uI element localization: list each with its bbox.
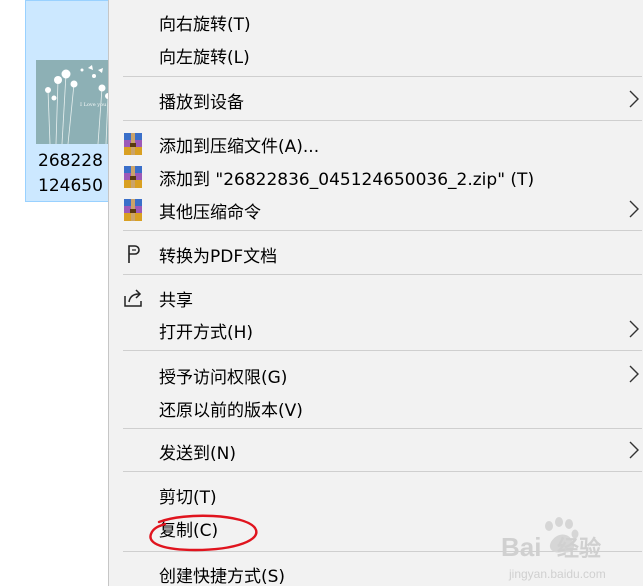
menu-item-label: 剪切(T): [159, 488, 217, 508]
baidu-jingyan-watermark: Bai 经验 jingyan.baidu.com: [495, 512, 643, 586]
pdf-convert-icon: [128, 245, 140, 263]
watermark-brand-cn: 经验: [557, 536, 601, 562]
winrar-archive-icon: [124, 199, 142, 221]
thumbnail-caption: I Love you: [80, 102, 107, 108]
menu-separator: [123, 120, 642, 121]
chevron-right-icon: [629, 200, 639, 218]
menu-item-label: 还原以前的版本(V): [159, 401, 303, 421]
winrar-archive-icon: [124, 133, 142, 155]
menu-item-add-to-zip[interactable]: 添加到 "26822836_045124650036_2.zip" (T): [109, 161, 643, 191]
menu-item-label: 发送到(N): [159, 444, 236, 464]
menu-item-send-to[interactable]: 发送到(N): [109, 435, 643, 465]
chevron-right-icon: [629, 441, 639, 459]
context-menu: 向右旋转(T) 向左旋转(L) 播放到设备 添加到压缩文件(A)... 添加到 …: [108, 0, 643, 586]
menu-separator: [123, 274, 642, 275]
menu-item-cut[interactable]: 剪切(T): [109, 479, 643, 509]
menu-item-label: 转换为PDF文档: [159, 247, 278, 267]
winrar-archive-icon: [124, 166, 142, 188]
menu-item-label: 向右旋转(T): [159, 15, 251, 35]
menu-item-restore-versions[interactable]: 还原以前的版本(V): [109, 392, 643, 422]
menu-item-open-with[interactable]: 打开方式(H): [109, 314, 643, 344]
menu-separator: [123, 350, 642, 351]
menu-item-label: 其他压缩命令: [159, 203, 261, 223]
file-name-line2: 124650: [38, 176, 103, 196]
menu-item-rotate-left[interactable]: 向左旋转(L): [109, 39, 643, 69]
file-name-line1: 268228: [38, 151, 103, 171]
menu-item-label: 添加到 "26822836_045124650036_2.zip" (T): [159, 170, 535, 190]
menu-item-convert-pdf[interactable]: 转换为PDF文档: [109, 238, 643, 268]
menu-item-label: 共享: [159, 291, 193, 311]
red-circle-annotation: [149, 514, 258, 552]
baidu-paw-logo: Bai 经验 jingyan.baidu.com: [501, 517, 606, 581]
menu-item-cast-to-device[interactable]: 播放到设备: [109, 84, 643, 114]
chevron-right-icon: [629, 320, 639, 338]
watermark-brand: Bai: [501, 532, 541, 562]
chevron-right-icon: [629, 365, 639, 383]
desktop-file-item[interactable]: I Love you 268228 124650: [25, 0, 120, 202]
menu-separator: [123, 471, 642, 472]
menu-item-share[interactable]: 共享: [109, 282, 643, 312]
menu-item-rotate-right[interactable]: 向右旋转(T): [109, 6, 643, 36]
menu-item-grant-access[interactable]: 授予访问权限(G): [109, 359, 643, 389]
menu-separator: [123, 76, 642, 77]
menu-item-label: 授予访问权限(G): [159, 368, 288, 388]
chevron-right-icon: [629, 90, 639, 108]
menu-item-label: 添加到压缩文件(A)...: [159, 137, 320, 157]
watermark-url: jingyan.baidu.com: [508, 567, 606, 581]
menu-item-label: 播放到设备: [159, 93, 244, 113]
menu-separator: [123, 230, 642, 231]
menu-item-other-compress[interactable]: 其他压缩命令: [109, 194, 643, 224]
share-icon: [124, 289, 142, 307]
menu-item-label: 创建快捷方式(S): [159, 567, 286, 586]
menu-separator: [123, 428, 642, 429]
menu-item-add-to-archive[interactable]: 添加到压缩文件(A)...: [109, 128, 643, 158]
menu-item-label: 打开方式(H): [159, 323, 254, 343]
screen: I Love you 268228 124650 向右旋转(T) 向左旋转(L)…: [0, 0, 643, 586]
menu-item-label: 向左旋转(L): [159, 48, 250, 68]
